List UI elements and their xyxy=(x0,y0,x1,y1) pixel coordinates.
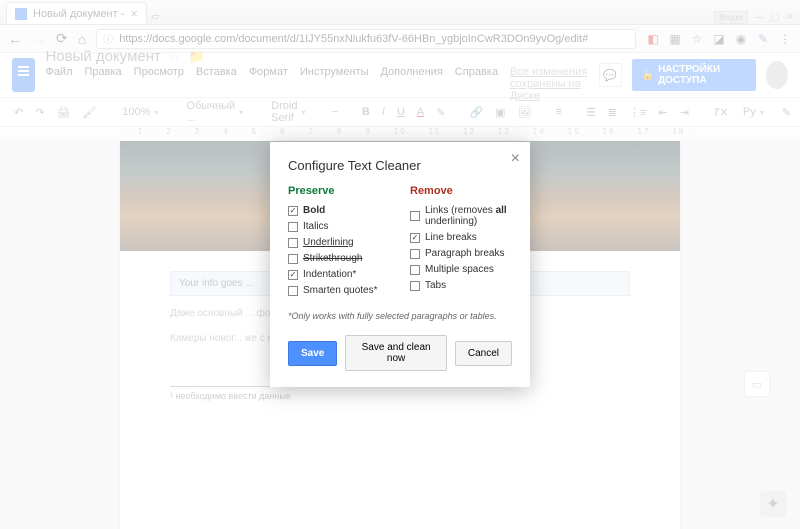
remove-option-4[interactable]: Tabs xyxy=(410,280,512,291)
cancel-button[interactable]: Cancel xyxy=(455,341,512,366)
save-button[interactable]: Save xyxy=(288,341,337,366)
checkbox[interactable] xyxy=(288,254,298,264)
save-clean-button[interactable]: Save and clean now xyxy=(345,335,447,371)
preserve-option-3[interactable]: Strikethrough xyxy=(288,253,390,264)
option-label: Strikethrough xyxy=(303,253,362,264)
checkbox[interactable] xyxy=(410,233,420,243)
option-label: Links (removes all underlining) xyxy=(425,205,512,227)
remove-option-1[interactable]: Line breaks xyxy=(410,232,512,243)
option-label: Italics xyxy=(303,221,329,232)
checkbox[interactable] xyxy=(288,222,298,232)
option-label: Indentation* xyxy=(303,269,356,280)
checkbox[interactable] xyxy=(410,265,420,275)
checkbox[interactable] xyxy=(410,281,420,291)
preserve-heading: Preserve xyxy=(288,185,390,197)
checkbox[interactable] xyxy=(288,238,298,248)
checkbox[interactable] xyxy=(410,211,420,221)
option-label: Paragraph breaks xyxy=(425,248,505,259)
text-cleaner-dialog: × Configure Text Cleaner Preserve Bold It… xyxy=(270,142,530,387)
option-label: Line breaks xyxy=(425,232,477,243)
remove-option-2[interactable]: Paragraph breaks xyxy=(410,248,512,259)
remove-column: Remove Links (removes all underlining) Li… xyxy=(410,185,512,301)
checkbox[interactable] xyxy=(410,249,420,259)
option-label: Multiple spaces xyxy=(425,264,494,275)
preserve-option-4[interactable]: Indentation* xyxy=(288,269,390,280)
remove-heading: Remove xyxy=(410,185,512,197)
remove-option-3[interactable]: Multiple spaces xyxy=(410,264,512,275)
dialog-note: *Only works with fully selected paragrap… xyxy=(288,311,512,321)
dialog-title: Configure Text Cleaner xyxy=(288,158,512,173)
option-label: Bold xyxy=(303,205,325,216)
preserve-column: Preserve Bold Italics Underlining Strikethr… xyxy=(288,185,390,301)
modal-overlay: × Configure Text Cleaner Preserve Bold It… xyxy=(0,0,800,529)
option-label: Smarten quotes* xyxy=(303,285,378,296)
checkbox[interactable] xyxy=(288,206,298,216)
remove-option-0[interactable]: Links (removes all underlining) xyxy=(410,205,512,227)
option-label: Tabs xyxy=(425,280,446,291)
preserve-option-0[interactable]: Bold xyxy=(288,205,390,216)
option-label: Underlining xyxy=(303,237,354,248)
checkbox[interactable] xyxy=(288,270,298,280)
preserve-option-1[interactable]: Italics xyxy=(288,221,390,232)
preserve-option-2[interactable]: Underlining xyxy=(288,237,390,248)
close-icon[interactable]: × xyxy=(511,150,520,168)
checkbox[interactable] xyxy=(288,286,298,296)
preserve-option-5[interactable]: Smarten quotes* xyxy=(288,285,390,296)
